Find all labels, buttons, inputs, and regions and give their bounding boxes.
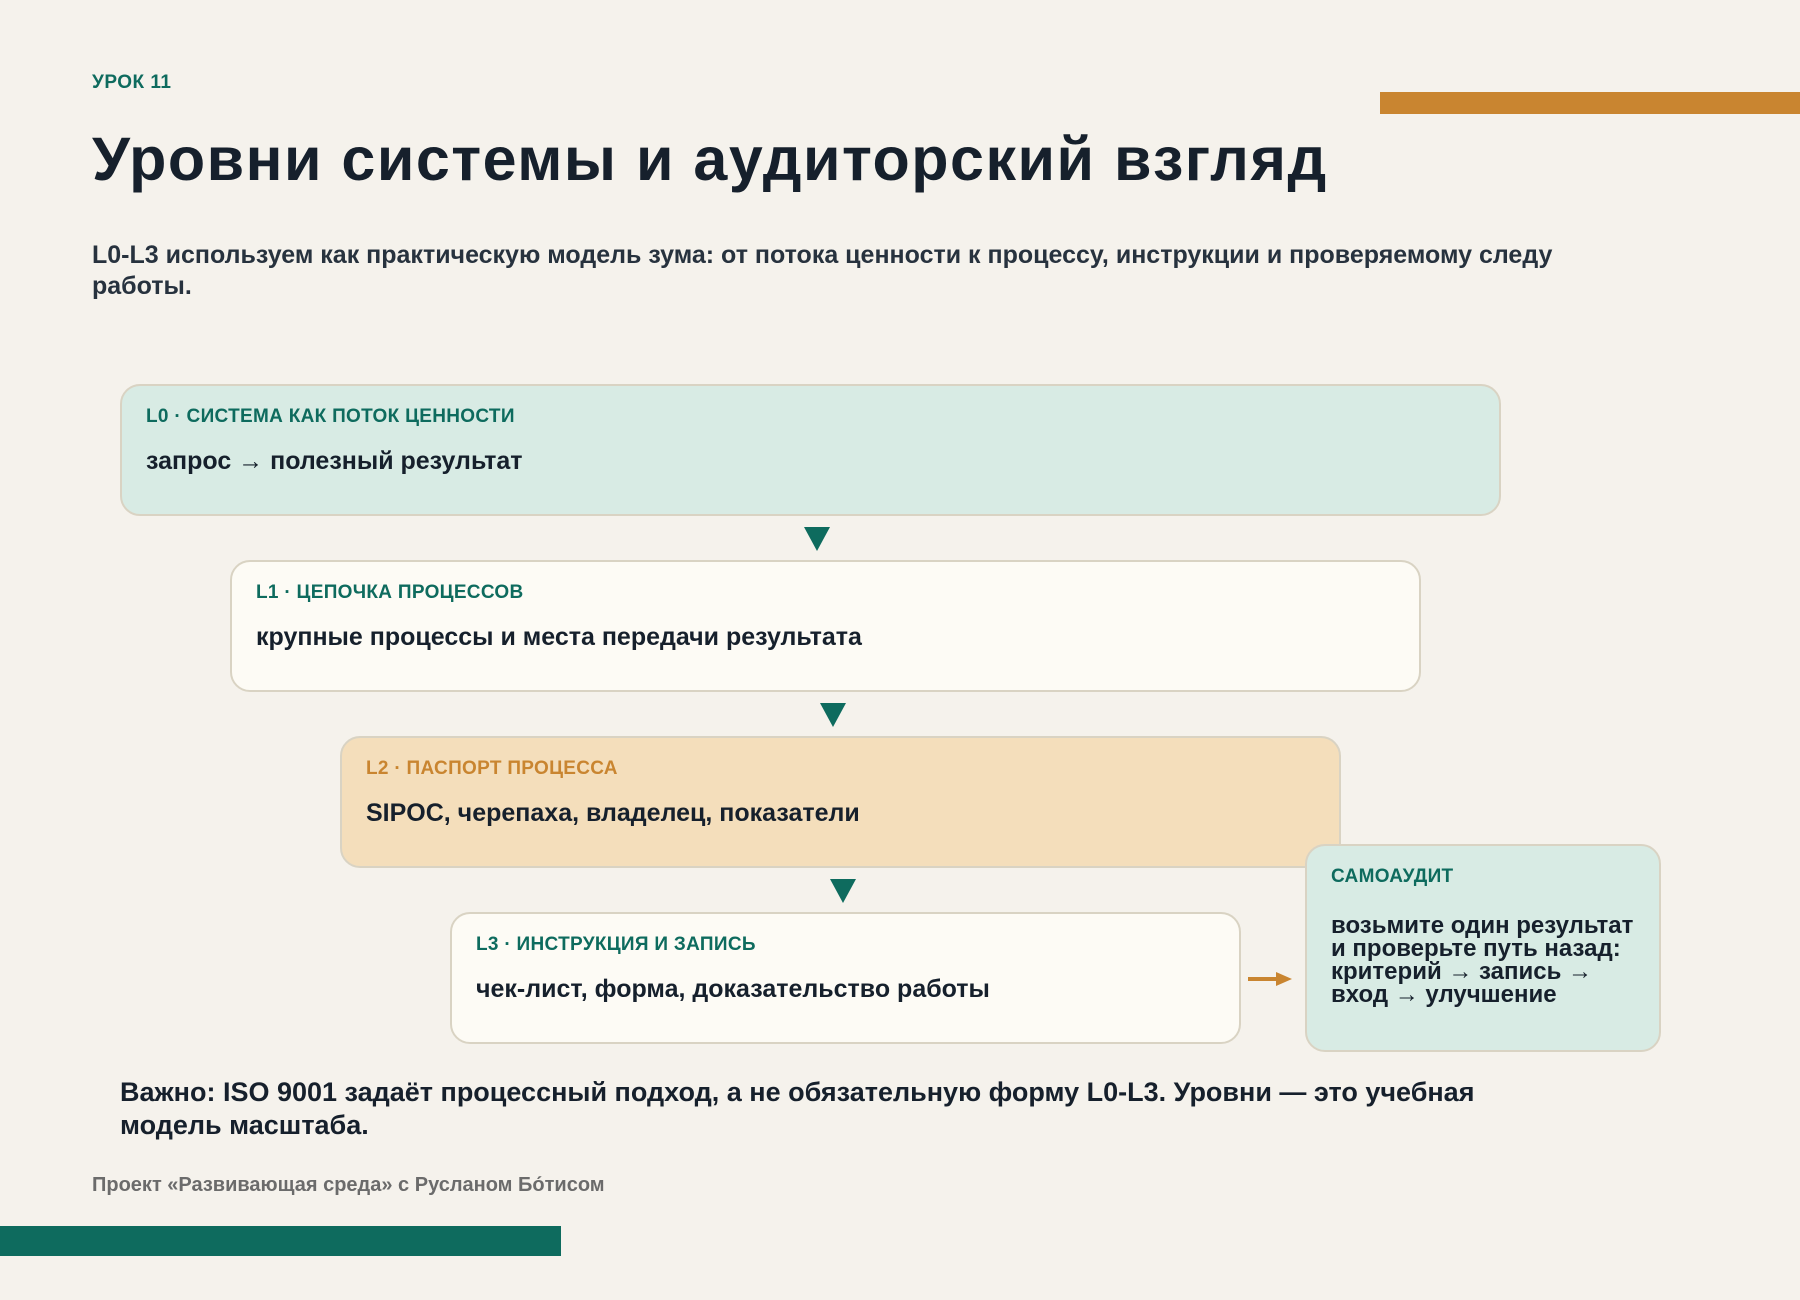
- footer-credit: Проект «Развивающая среда» с Русланом Бо…: [92, 1174, 605, 1196]
- down-arrow-icon: [804, 527, 830, 551]
- level-card-l1: L1 · ЦЕПОЧКА ПРОЦЕССОВ крупные процессы …: [230, 560, 1421, 692]
- down-arrow-icon: [820, 703, 846, 727]
- level-text: чек-лист, форма, доказательство работы: [476, 975, 990, 1003]
- page-title: Уровни системы и аудиторский взгляд: [92, 125, 1328, 193]
- page-subtitle: L0-L3 используем как практическую модель…: [92, 241, 1553, 300]
- level-text: крупные процессы и места передачи резуль…: [256, 623, 862, 651]
- down-arrow-icon: [830, 879, 856, 903]
- bottom-accent-bar: [0, 1226, 561, 1256]
- self-audit-label: САМОАУДИТ: [1331, 866, 1454, 887]
- self-audit-card: САМОАУДИТ возьмите один результат и пров…: [1305, 844, 1661, 1052]
- top-accent-bar: [1380, 92, 1800, 114]
- lesson-label: УРОК 11: [92, 72, 172, 93]
- self-audit-text: возьмите один результат и проверьте путь…: [1331, 912, 1634, 1008]
- level-label: L3 · ИНСТРУКЦИЯ И ЗАПИСЬ: [476, 934, 756, 955]
- level-text: запрос → полезный результат: [146, 447, 523, 475]
- level-label: L1 · ЦЕПОЧКА ПРОЦЕССОВ: [256, 582, 524, 603]
- level-label: L2 · ПАСПОРТ ПРОЦЕССА: [366, 758, 618, 779]
- level-card-l2: L2 · ПАСПОРТ ПРОЦЕССА SIPOC, черепаха, в…: [340, 736, 1341, 868]
- level-text: SIPOC, черепаха, владелец, показатели: [366, 799, 860, 827]
- level-card-l0: L0 · СИСТЕМА КАК ПОТОК ЦЕННОСТИ запрос →…: [120, 384, 1501, 516]
- level-label: L0 · СИСТЕМА КАК ПОТОК ЦЕННОСТИ: [146, 406, 515, 427]
- important-note: Важно: ISO 9001 задаёт процессный подход…: [120, 1077, 1475, 1140]
- level-card-l3: L3 · ИНСТРУКЦИЯ И ЗАПИСЬ чек-лист, форма…: [450, 912, 1241, 1044]
- right-arrow-icon: [1248, 972, 1292, 986]
